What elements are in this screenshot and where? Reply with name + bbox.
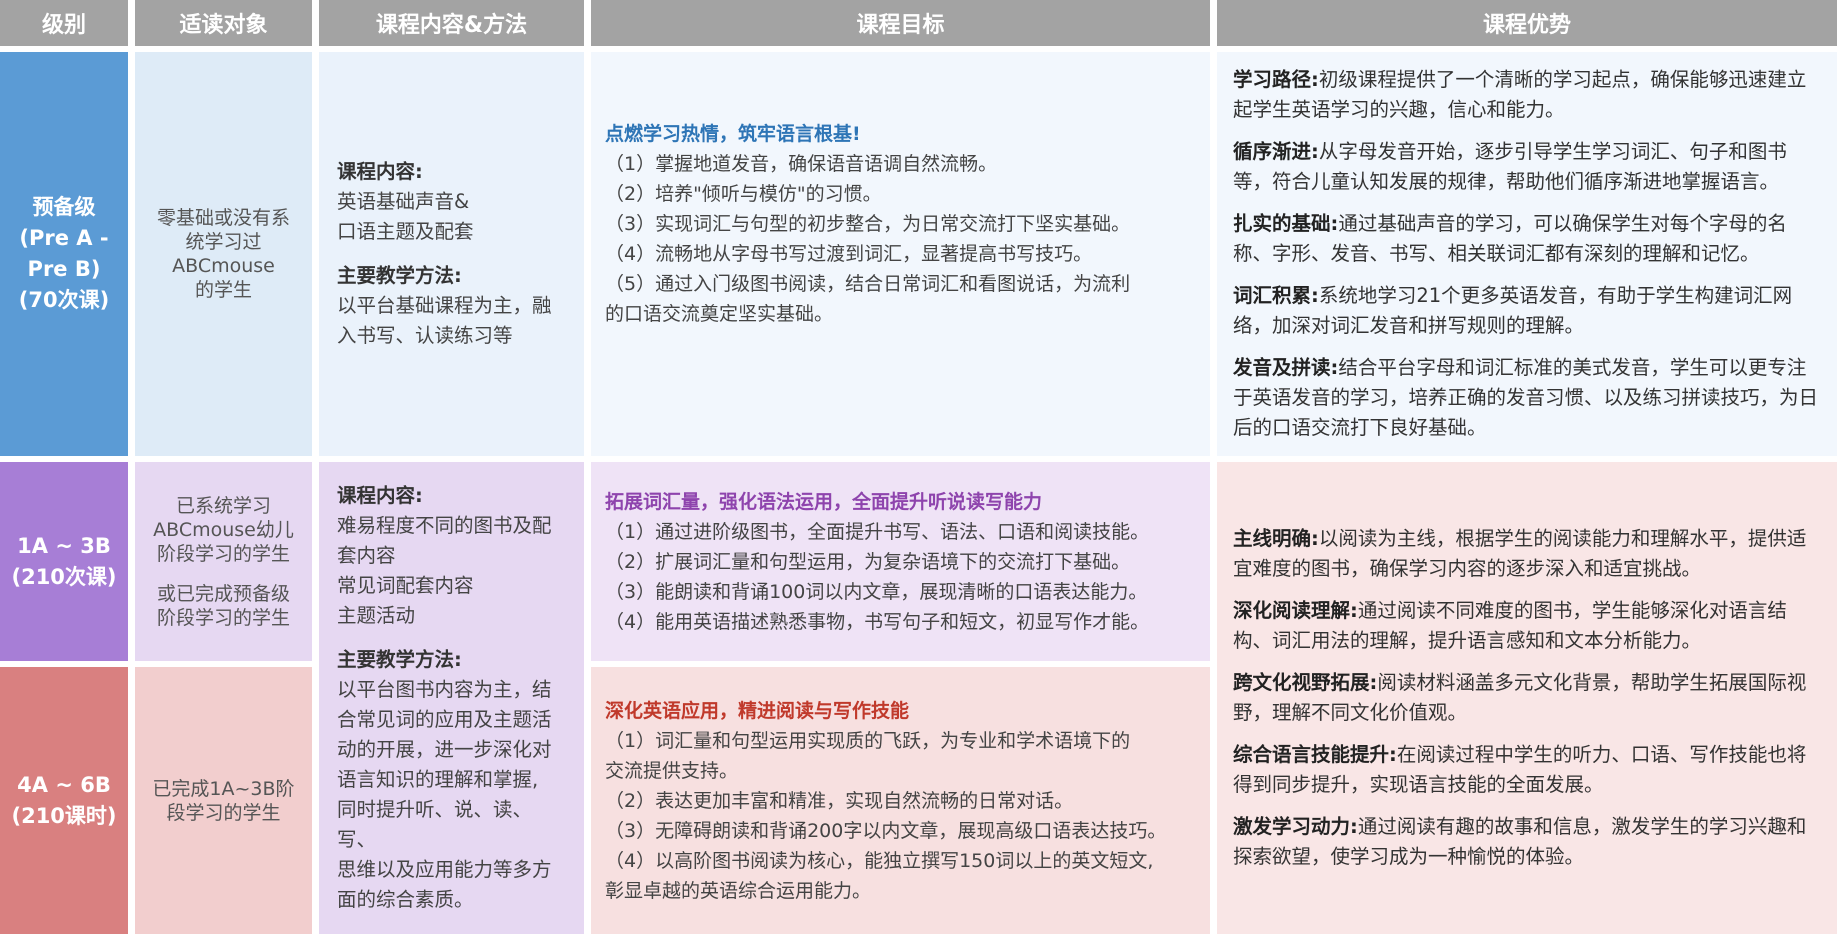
goal-item: （1）通过进阶级图书，全面提升书写、语法、口语和阅读技能。 bbox=[605, 520, 1150, 543]
target-line: ABCmouse bbox=[172, 255, 275, 277]
target-line: 段学习的学生 bbox=[166, 801, 281, 824]
advantage-item: 激发学习动力:通过阅读有趣的故事和信息，激发学生的学习兴趣和探索欲望，使学习成为… bbox=[1233, 812, 1823, 872]
level-pre-line: 预备级 bbox=[32, 195, 96, 219]
goal-item: （3）无障碍朗读和背诵200字以内文章，展现高级口语表达技巧。 bbox=[605, 819, 1167, 842]
target-a: 已系统学习 ABCmouse幼儿 阶段学习的学生 或已完成预备级 阶段学习的学生 bbox=[135, 462, 312, 661]
goal-pre: 点燃学习热情，筑牢语言根基! （1）掌握地道发音，确保语音语调自然流畅。 （2）… bbox=[591, 52, 1210, 456]
method-line: 同时提升听、说、读、写、 bbox=[337, 798, 533, 851]
target-b: 已完成1A~3B阶 段学习的学生 bbox=[135, 667, 312, 934]
goal-item: （1）词汇量和句型运用实现质的飞跃，为专业和学术语境下的 bbox=[605, 729, 1131, 752]
advantage-key: 词汇积累: bbox=[1233, 284, 1319, 307]
content-label: 课程内容: bbox=[337, 484, 423, 507]
goal-item: （3）实现词汇与句型的初步整合，为日常交流打下坚实基础。 bbox=[605, 213, 1131, 235]
advantage-item: 学习路径:初级课程提供了一个清晰的学习起点，确保能够迅速建立起学生英语学习的兴趣… bbox=[1233, 65, 1823, 125]
goal-item: （4）以高阶图书阅读为核心，能独立撰写150词以上的英文短文, bbox=[605, 849, 1154, 872]
advantage-item: 循序渐进:从字母发音开始，逐步引导学生学习词汇、句子和图书等，符合儿童认知发展的… bbox=[1233, 137, 1823, 197]
advantage-item: 跨文化视野拓展:阅读材料涵盖多元文化背景，帮助学生拓展国际视野，理解不同文化价值… bbox=[1233, 668, 1823, 728]
method-line: 语言知识的理解和掌握, bbox=[337, 768, 539, 791]
advantage-key: 跨文化视野拓展: bbox=[1233, 671, 1378, 694]
level-pre-line: (70次课) bbox=[18, 288, 110, 312]
method-line: 动的开展，进一步深化对 bbox=[337, 738, 552, 761]
method-line: 思维以及应用能力等多方 bbox=[337, 858, 552, 881]
advantage-ab: 主线明确:以阅读为主线，根据学生的阅读能力和理解水平，提供适宜难度的图书，确保学… bbox=[1217, 462, 1837, 934]
goal-a: 拓展词汇量，强化语法运用，全面提升听说读写能力 （1）通过进阶级图书，全面提升书… bbox=[591, 462, 1210, 661]
content-line: 难易程度不同的图书及配 bbox=[337, 514, 552, 537]
advantage-item: 词汇积累:系统地学习21个更多英语发音，有助于学生构建词汇网络，加深对词汇发音和… bbox=[1233, 281, 1823, 341]
content-ab: 课程内容: 难易程度不同的图书及配 套内容 常见词配套内容 主题活动 主要教学方… bbox=[319, 462, 584, 934]
goal-item: （2）扩展词汇量和句型运用，为复杂语境下的交流打下基础。 bbox=[605, 550, 1131, 573]
header-target: 适读对象 bbox=[135, 0, 312, 46]
goal-title: 点燃学习热情，筑牢语言根基! bbox=[605, 123, 861, 145]
level-a-line: (210次课) bbox=[11, 564, 117, 589]
advantage-key: 深化阅读理解: bbox=[1233, 599, 1358, 622]
content-line: 口语主题及配套 bbox=[337, 220, 474, 243]
goal-item: 的口语交流奠定坚实基础。 bbox=[605, 303, 834, 325]
content-line: 套内容 bbox=[337, 544, 396, 567]
goal-item: 彰显卓越的英语综合运用能力。 bbox=[605, 879, 872, 902]
advantage-item: 深化阅读理解:通过阅读不同难度的图书，学生能够深化对语言结构、词汇用法的理解，提… bbox=[1233, 596, 1823, 656]
advantage-item: 扎实的基础:通过基础声音的学习，可以确保学生对每个字母的名称、字形、发音、书写、… bbox=[1233, 209, 1823, 269]
target-line: ABCmouse幼儿 bbox=[153, 518, 294, 541]
target-line: 或已完成预备级 bbox=[156, 582, 290, 605]
method-line: 合常见词的应用及主题活 bbox=[337, 708, 552, 731]
goal-item: （2）表达更加丰富和精准，实现自然流畅的日常对话。 bbox=[605, 789, 1074, 812]
header-level: 级别 bbox=[0, 0, 128, 46]
level-a: 1A ~ 3B (210次课) bbox=[0, 462, 128, 661]
advantage-key: 激发学习动力: bbox=[1233, 815, 1358, 838]
target-line: 已系统学习 bbox=[175, 494, 271, 517]
goal-item: （4）流畅地从字母书写过渡到词汇，显著提高书写技巧。 bbox=[605, 243, 1093, 265]
goal-b: 深化英语应用，精进阅读与写作技能 （1）词汇量和句型运用实现质的飞跃，为专业和学… bbox=[591, 667, 1210, 934]
goal-item: （3）能朗读和背诵100词以内文章，展现清晰的口语表达能力。 bbox=[605, 580, 1148, 603]
content-line: 英语基础声音& bbox=[337, 190, 470, 213]
target-line: 零基础或没有系 bbox=[156, 207, 290, 229]
content-line: 常见词配套内容 bbox=[337, 574, 474, 597]
target-line: 的学生 bbox=[194, 279, 252, 301]
advantage-pre: 学习路径:初级课程提供了一个清晰的学习起点，确保能够迅速建立起学生英语学习的兴趣… bbox=[1217, 52, 1837, 456]
advantage-item: 发音及拼读:结合平台字母和词汇标准的美式发音，学生可以更专注于英语发音的学习，培… bbox=[1233, 353, 1823, 443]
method-line: 面的综合素质。 bbox=[337, 888, 474, 911]
method-line: 以平台基础课程为主，融 bbox=[337, 294, 552, 317]
content-line: 主题活动 bbox=[337, 604, 416, 627]
goal-item: （5）通过入门级图书阅读，结合日常词汇和看图说话，为流利 bbox=[605, 273, 1131, 295]
target-pre: 零基础或没有系 统学习过 ABCmouse 的学生 bbox=[135, 52, 312, 456]
content-label: 课程内容: bbox=[337, 160, 423, 183]
advantage-text: 初级课程提供了一个清晰的学习起点，确保能够迅速建立起学生英语学习的兴趣，信心和能… bbox=[1233, 68, 1807, 121]
header-goal: 课程目标 bbox=[591, 0, 1210, 46]
level-b-line: (210课时) bbox=[11, 803, 117, 828]
level-b: 4A ~ 6B (210课时) bbox=[0, 667, 128, 934]
target-line: 统学习过 bbox=[185, 231, 262, 253]
method-line: 入书写、认读练习等 bbox=[337, 324, 513, 347]
advantage-key: 主线明确: bbox=[1233, 527, 1319, 550]
header-advantage: 课程优势 bbox=[1217, 0, 1837, 46]
advantage-item: 综合语言技能提升:在阅读过程中学生的听力、口语、写作技能也将得到同步提升，实现语… bbox=[1233, 740, 1823, 800]
level-b-line: 4A ~ 6B bbox=[17, 772, 111, 797]
advantage-text: 以阅读为主线，根据学生的阅读能力和理解水平，提供适宜难度的图书，确保学习内容的逐… bbox=[1233, 527, 1807, 580]
goal-item: （2）培养"倾听与模仿"的习惯。 bbox=[605, 183, 882, 205]
level-pre-line: Pre B) bbox=[27, 257, 101, 281]
method-line: 以平台图书内容为主，结 bbox=[337, 678, 552, 701]
header-content: 课程内容&方法 bbox=[319, 0, 584, 46]
level-pre-line: (Pre A - bbox=[19, 226, 109, 250]
advantage-item: 主线明确:以阅读为主线，根据学生的阅读能力和理解水平，提供适宜难度的图书，确保学… bbox=[1233, 524, 1823, 584]
method-label: 主要教学方法: bbox=[337, 264, 462, 287]
target-line: 阶段学习的学生 bbox=[156, 606, 290, 629]
target-line: 阶段学习的学生 bbox=[156, 542, 290, 565]
goal-title: 深化英语应用，精进阅读与写作技能 bbox=[605, 699, 910, 722]
goal-item: （1）掌握地道发音，确保语音语调自然流畅。 bbox=[605, 153, 998, 175]
level-pre: 预备级 (Pre A - Pre B) (70次课) bbox=[0, 52, 128, 456]
level-a-line: 1A ~ 3B bbox=[17, 533, 111, 558]
method-label: 主要教学方法: bbox=[337, 648, 462, 671]
advantage-key: 综合语言技能提升: bbox=[1233, 743, 1397, 766]
target-line: 已完成1A~3B阶 bbox=[152, 777, 295, 800]
content-pre: 课程内容: 英语基础声音& 口语主题及配套 主要教学方法: 以平台基础课程为主，… bbox=[319, 52, 584, 456]
goal-item: （4）能用英语描述熟悉事物，书写句子和短文，初显写作才能。 bbox=[605, 610, 1150, 633]
advantage-key: 学习路径: bbox=[1233, 68, 1319, 91]
advantage-key: 扎实的基础: bbox=[1233, 212, 1339, 235]
goal-title: 拓展词汇量，强化语法运用，全面提升听说读写能力 bbox=[605, 490, 1043, 513]
advantage-key: 循序渐进: bbox=[1233, 140, 1319, 163]
advantage-key: 发音及拼读: bbox=[1233, 356, 1339, 379]
goal-item: 交流提供支持。 bbox=[605, 759, 739, 782]
